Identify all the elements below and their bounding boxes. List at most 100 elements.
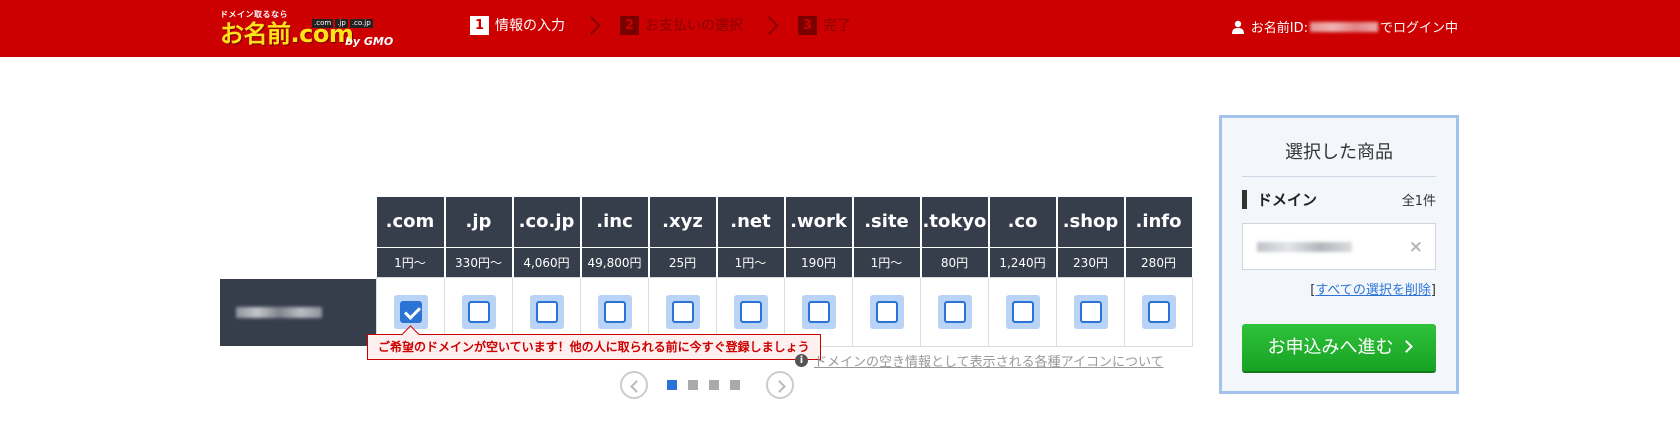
tld-checkbox[interactable] — [461, 294, 496, 329]
panel-divider — [1242, 176, 1436, 177]
checkbox-unchecked-icon — [603, 300, 626, 323]
pager-dot[interactable] — [667, 380, 677, 390]
checkbox-unchecked-icon — [739, 300, 762, 323]
tld-checkbox[interactable] — [937, 294, 972, 329]
tld-availability-table: .com .jp .co.jp .inc .xyz .net .work .si… — [376, 197, 1194, 347]
step-payment: 2 お支払いの選択 — [620, 15, 743, 35]
pager-prev-button[interactable] — [620, 371, 648, 399]
tld-name: .site — [852, 197, 922, 247]
section-count: 全1件 — [1401, 194, 1436, 209]
onamae-logo[interactable]: ドメイン取るなら お名前.com .com .jp .co.jp by GMO — [220, 9, 400, 49]
tld-checkbox-cell — [1124, 276, 1193, 347]
icon-info-link-text[interactable]: ドメインの空き情報として表示される各種アイコンについて — [814, 351, 1164, 370]
pager-dots — [667, 380, 740, 390]
icon-info-link[interactable]: i ドメインの空き情報として表示される各種アイコンについて — [795, 351, 1164, 370]
logo-tld-badge: .co.jp — [349, 19, 373, 28]
checkbox-unchecked-icon — [807, 300, 830, 323]
tld-checkbox[interactable] — [1005, 294, 1040, 329]
login-id-prefix: お名前ID: — [1250, 21, 1308, 36]
tld-name: .com — [376, 197, 446, 247]
tld-checkbox[interactable] — [665, 294, 700, 329]
tld-price: 1円～ — [852, 246, 922, 277]
tld-checkbox[interactable] — [393, 294, 428, 329]
clear-all-link[interactable]: すべての選択を削除 — [1315, 283, 1431, 298]
login-status-suffix: でログイン中 — [1379, 21, 1458, 36]
tld-price: 1,240円 — [988, 246, 1058, 277]
bracket-close: ] — [1430, 283, 1436, 298]
chevron-right-icon — [760, 15, 779, 35]
tld-checkbox[interactable] — [597, 294, 632, 329]
checkbox-unchecked-icon — [1079, 300, 1102, 323]
clear-selection: [すべての選択を削除] — [1310, 279, 1436, 298]
tld-price: 190円 — [784, 246, 854, 277]
tld-name: .jp — [444, 197, 514, 247]
logo-tagline: ドメイン取るなら — [220, 10, 288, 19]
tld-name: .shop — [1056, 197, 1126, 247]
tld-checkbox-cell — [920, 276, 989, 347]
info-icon: i — [795, 354, 808, 367]
user-icon — [1231, 20, 1244, 34]
step-label: お支払いの選択 — [645, 18, 743, 34]
tld-checkbox-cell — [1056, 276, 1125, 347]
tld-price: 25円 — [648, 246, 718, 277]
tld-checkbox[interactable] — [733, 294, 768, 329]
checkbox-unchecked-icon — [671, 300, 694, 323]
pager-next-button[interactable] — [766, 371, 794, 399]
tld-checkbox[interactable] — [1073, 294, 1108, 329]
login-status: お名前ID: でログイン中 — [1231, 17, 1458, 36]
pager-dot[interactable] — [688, 380, 698, 390]
results-pager — [620, 371, 794, 399]
tld-checkbox[interactable] — [869, 294, 904, 329]
logo-tld-badge: .jp — [335, 19, 348, 28]
searched-domain-label — [220, 279, 376, 346]
domain-section-header: ドメイン 全1件 — [1242, 189, 1436, 210]
checkbox-unchecked-icon — [943, 300, 966, 323]
step-number: 1 — [470, 15, 489, 35]
tld-price: 80円 — [920, 246, 990, 277]
pager-dot[interactable] — [730, 380, 740, 390]
chevron-right-icon — [582, 15, 601, 35]
tld-name: .tokyo — [920, 197, 990, 247]
panel-title: 選択した商品 — [1285, 142, 1393, 163]
blurred-domain-name — [236, 307, 322, 318]
chevron-right-icon — [1399, 340, 1413, 353]
step-number: 3 — [798, 15, 817, 35]
tld-price: 49,800円 — [580, 246, 650, 277]
tld-price: 230円 — [1056, 246, 1126, 277]
checkbox-unchecked-icon — [467, 300, 490, 323]
availability-tooltip: ご希望のドメインが空いています！他の人に取られる前に今すぐ登録しましょう — [367, 334, 821, 360]
section-label: ドメイン — [1242, 189, 1317, 210]
tld-checkbox[interactable] — [1141, 294, 1176, 329]
logo-tld-badge: .com — [312, 19, 334, 28]
step-label: 情報の入力 — [495, 18, 565, 34]
checkbox-unchecked-icon — [1011, 300, 1034, 323]
step-number: 2 — [620, 15, 639, 35]
selected-domain-chip: × — [1242, 223, 1436, 270]
tld-checkbox-cell — [988, 276, 1057, 347]
tld-price: 1円～ — [716, 246, 786, 277]
tld-checkbox-cell — [852, 276, 921, 347]
tld-price: 330円～ — [444, 246, 514, 277]
site-header: ドメイン取るなら お名前.com .com .jp .co.jp by GMO … — [0, 0, 1680, 57]
step-info-input: 1 情報の入力 — [470, 15, 565, 35]
step-label: 完了 — [823, 18, 851, 34]
tld-name: .net — [716, 197, 786, 247]
blurred-user-id — [1309, 21, 1378, 32]
tld-name: .info — [1124, 197, 1194, 247]
proceed-button-label: お申込みへ進む — [1267, 337, 1394, 358]
tld-checkbox[interactable] — [529, 294, 564, 329]
selected-items-panel: 選択した商品 ドメイン 全1件 × [すべての選択を削除] お申込みへ進む — [1219, 115, 1459, 394]
checkbox-unchecked-icon — [535, 300, 558, 323]
checkbox-unchecked-icon — [1147, 300, 1170, 323]
tld-name: .xyz — [648, 197, 718, 247]
tld-price: 4,060円 — [512, 246, 582, 277]
pager-dot[interactable] — [709, 380, 719, 390]
tld-checkbox[interactable] — [801, 294, 836, 329]
tld-price: 1円～ — [376, 246, 446, 277]
logo-by-gmo: by GMO — [345, 35, 394, 48]
checkbox-unchecked-icon — [875, 300, 898, 323]
checkbox-checked-icon — [399, 300, 422, 323]
close-icon[interactable]: × — [1409, 237, 1423, 257]
proceed-to-apply-button[interactable]: お申込みへ進む — [1242, 324, 1436, 371]
tld-name: .inc — [580, 197, 650, 247]
